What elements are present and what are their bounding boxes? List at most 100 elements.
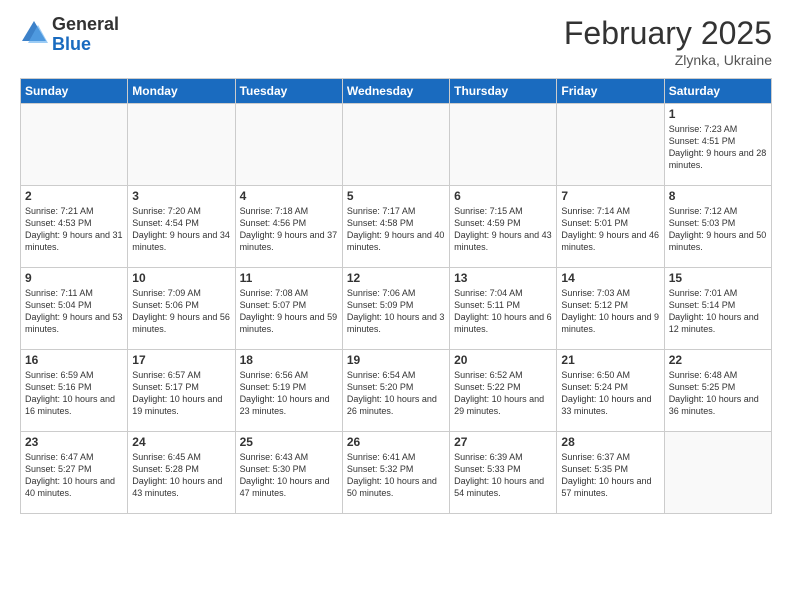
day-info: Sunrise: 6:47 AM Sunset: 5:27 PM Dayligh… — [25, 451, 123, 500]
day-number: 9 — [25, 271, 123, 285]
calendar-cell: 12 Sunrise: 7:06 AM Sunset: 5:09 PM Dayli… — [342, 268, 449, 350]
calendar-cell: 13Sunrise: 7:04 AM Sunset: 5:11 PM Dayli… — [450, 268, 557, 350]
col-tuesday: Tuesday — [235, 79, 342, 104]
col-sunday: Sunday — [21, 79, 128, 104]
calendar-cell: 1 Sunrise: 7:23 AM Sunset: 4:51 PM Daylig… — [664, 104, 771, 186]
calendar-cell: 24 Sunrise: 6:45 AM Sunset: 5:28 PM Dayli… — [128, 432, 235, 514]
day-info: Sunrise: 6:39 AM Sunset: 5:33 PM Dayligh… — [454, 451, 552, 500]
logo: General Blue — [20, 15, 119, 55]
day-info: Sunrise: 6:48 AM Sunset: 5:25 PM Dayligh… — [669, 369, 767, 418]
logo-text: General Blue — [52, 15, 119, 55]
page-container: General Blue February 2025 Zlynka, Ukrai… — [0, 0, 792, 524]
day-info: Sunrise: 7:23 AM Sunset: 4:51 PM Dayligh… — [669, 123, 767, 172]
day-info: Sunrise: 7:09 AM Sunset: 5:06 PM Dayligh… — [132, 287, 230, 336]
month-year-title: February 2025 — [564, 15, 772, 52]
calendar-cell: 2Sunrise: 7:21 AM Sunset: 4:53 PM Daylig… — [21, 186, 128, 268]
calendar-cell: 3Sunrise: 7:20 AM Sunset: 4:54 PM Daylig… — [128, 186, 235, 268]
page-header: General Blue February 2025 Zlynka, Ukrai… — [20, 15, 772, 68]
day-number: 7 — [561, 189, 659, 203]
day-info: Sunrise: 6:41 AM Sunset: 5:32 PM Dayligh… — [347, 451, 445, 500]
day-number: 22 — [669, 353, 767, 367]
day-number: 16 — [25, 353, 123, 367]
calendar-cell: 14 Sunrise: 7:03 AM Sunset: 5:12 PM Dayli… — [557, 268, 664, 350]
logo-icon — [20, 19, 48, 47]
day-info: Sunrise: 7:11 AM Sunset: 5:04 PM Dayligh… — [25, 287, 123, 336]
calendar-cell: 5 Sunrise: 7:17 AM Sunset: 4:58 PM Daylig… — [342, 186, 449, 268]
calendar-cell: 9 Sunrise: 7:11 AM Sunset: 5:04 PM Daylig… — [21, 268, 128, 350]
day-number: 21 — [561, 353, 659, 367]
day-number: 13 — [454, 271, 552, 285]
day-number: 10 — [132, 271, 230, 285]
day-number: 18 — [240, 353, 338, 367]
day-info: Sunrise: 7:08 AM Sunset: 5:07 PM Dayligh… — [240, 287, 338, 336]
col-thursday: Thursday — [450, 79, 557, 104]
calendar-cell: 8 Sunrise: 7:12 AM Sunset: 5:03 PM Daylig… — [664, 186, 771, 268]
calendar-cell: 26 Sunrise: 6:41 AM Sunset: 5:32 PM Dayli… — [342, 432, 449, 514]
calendar-cell: 7 Sunrise: 7:14 AM Sunset: 5:01 PM Daylig… — [557, 186, 664, 268]
col-saturday: Saturday — [664, 79, 771, 104]
day-number: 4 — [240, 189, 338, 203]
calendar-cell — [128, 104, 235, 186]
day-number: 8 — [669, 189, 767, 203]
day-number: 19 — [347, 353, 445, 367]
location-text: Zlynka, Ukraine — [564, 52, 772, 68]
calendar-cell: 27 Sunrise: 6:39 AM Sunset: 5:33 PM Dayli… — [450, 432, 557, 514]
calendar-cell — [450, 104, 557, 186]
title-block: February 2025 Zlynka, Ukraine — [564, 15, 772, 68]
calendar-cell — [21, 104, 128, 186]
calendar-cell: 25 Sunrise: 6:43 AM Sunset: 5:30 PM Dayli… — [235, 432, 342, 514]
day-number: 11 — [240, 271, 338, 285]
day-number: 2 — [25, 189, 123, 203]
day-number: 6 — [454, 189, 552, 203]
calendar-week-3: 9 Sunrise: 7:11 AM Sunset: 5:04 PM Daylig… — [21, 268, 772, 350]
day-info: Sunrise: 7:15 AM Sunset: 4:59 PM Dayligh… — [454, 205, 552, 254]
logo-blue-text: Blue — [52, 35, 119, 55]
day-info: Sunrise: 6:37 AM Sunset: 5:35 PM Dayligh… — [561, 451, 659, 500]
day-info: Sunrise: 7:06 AM Sunset: 5:09 PM Dayligh… — [347, 287, 445, 336]
calendar-week-1: 1 Sunrise: 7:23 AM Sunset: 4:51 PM Daylig… — [21, 104, 772, 186]
calendar-cell — [235, 104, 342, 186]
calendar-cell: 19 Sunrise: 6:54 AM Sunset: 5:20 PM Dayli… — [342, 350, 449, 432]
day-number: 28 — [561, 435, 659, 449]
day-info: Sunrise: 6:45 AM Sunset: 5:28 PM Dayligh… — [132, 451, 230, 500]
day-number: 24 — [132, 435, 230, 449]
day-number: 27 — [454, 435, 552, 449]
calendar-cell: 10 Sunrise: 7:09 AM Sunset: 5:06 PM Dayli… — [128, 268, 235, 350]
day-number: 26 — [347, 435, 445, 449]
day-number: 5 — [347, 189, 445, 203]
calendar-table: Sunday Monday Tuesday Wednesday Thursday… — [20, 78, 772, 514]
calendar-week-4: 16 Sunrise: 6:59 AM Sunset: 5:16 PM Dayli… — [21, 350, 772, 432]
calendar-cell: 15 Sunrise: 7:01 AM Sunset: 5:14 PM Dayli… — [664, 268, 771, 350]
logo-general-text: General — [52, 15, 119, 35]
day-info: Sunrise: 7:17 AM Sunset: 4:58 PM Dayligh… — [347, 205, 445, 254]
calendar-cell: 18 Sunrise: 6:56 AM Sunset: 5:19 PM Dayli… — [235, 350, 342, 432]
calendar-cell: 21 Sunrise: 6:50 AM Sunset: 5:24 PM Dayli… — [557, 350, 664, 432]
calendar-header-row: Sunday Monday Tuesday Wednesday Thursday… — [21, 79, 772, 104]
day-number: 20 — [454, 353, 552, 367]
day-info: Sunrise: 6:59 AM Sunset: 5:16 PM Dayligh… — [25, 369, 123, 418]
calendar-cell: 28 Sunrise: 6:37 AM Sunset: 5:35 PM Dayli… — [557, 432, 664, 514]
day-info: Sunrise: 7:14 AM Sunset: 5:01 PM Dayligh… — [561, 205, 659, 254]
day-info: Sunrise: 7:20 AM Sunset: 4:54 PM Dayligh… — [132, 205, 230, 254]
day-number: 23 — [25, 435, 123, 449]
day-info: Sunrise: 6:50 AM Sunset: 5:24 PM Dayligh… — [561, 369, 659, 418]
day-info: Sunrise: 6:52 AM Sunset: 5:22 PM Dayligh… — [454, 369, 552, 418]
day-info: Sunrise: 7:01 AM Sunset: 5:14 PM Dayligh… — [669, 287, 767, 336]
day-number: 14 — [561, 271, 659, 285]
day-number: 25 — [240, 435, 338, 449]
calendar-cell — [557, 104, 664, 186]
day-info: Sunrise: 7:12 AM Sunset: 5:03 PM Dayligh… — [669, 205, 767, 254]
day-info: Sunrise: 6:54 AM Sunset: 5:20 PM Dayligh… — [347, 369, 445, 418]
day-number: 12 — [347, 271, 445, 285]
col-friday: Friday — [557, 79, 664, 104]
day-info: Sunrise: 6:56 AM Sunset: 5:19 PM Dayligh… — [240, 369, 338, 418]
day-number: 15 — [669, 271, 767, 285]
calendar-cell: 22 Sunrise: 6:48 AM Sunset: 5:25 PM Dayli… — [664, 350, 771, 432]
day-info: Sunrise: 7:03 AM Sunset: 5:12 PM Dayligh… — [561, 287, 659, 336]
day-info: Sunrise: 6:43 AM Sunset: 5:30 PM Dayligh… — [240, 451, 338, 500]
col-monday: Monday — [128, 79, 235, 104]
calendar-cell: 11 Sunrise: 7:08 AM Sunset: 5:07 PM Dayli… — [235, 268, 342, 350]
day-number: 1 — [669, 107, 767, 121]
day-info: Sunrise: 7:18 AM Sunset: 4:56 PM Dayligh… — [240, 205, 338, 254]
calendar-cell: 6 Sunrise: 7:15 AM Sunset: 4:59 PM Daylig… — [450, 186, 557, 268]
